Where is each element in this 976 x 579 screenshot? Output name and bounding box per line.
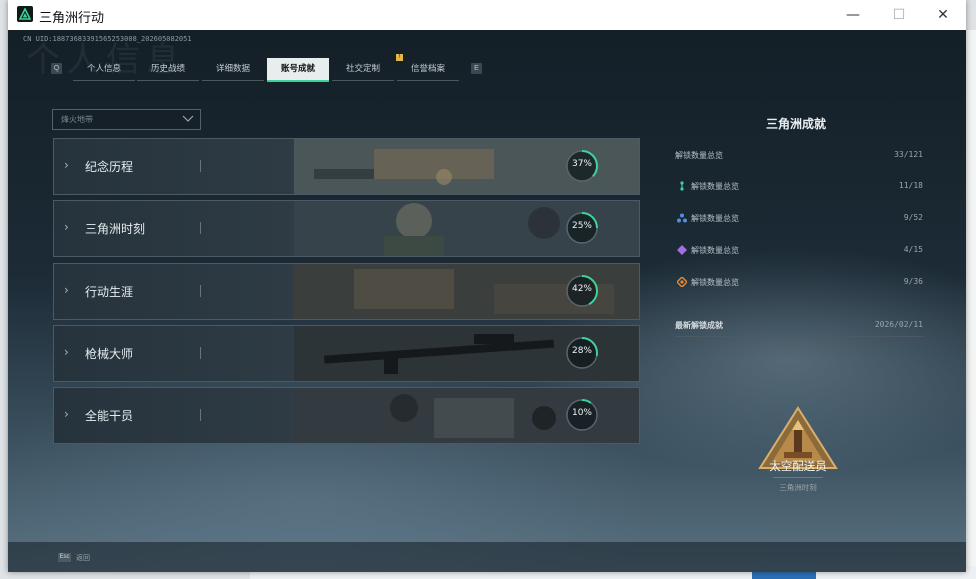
mode-filter-dropdown[interactable]: 烽火地带 bbox=[52, 109, 201, 130]
recent-unlock-heading: 最新解锁成就 bbox=[675, 321, 723, 330]
player-uid: CN UID:18873683391565253008_202605082051 bbox=[23, 35, 192, 43]
recent-unlock-date: 2026/02/11 bbox=[874, 320, 923, 329]
divider bbox=[200, 160, 201, 172]
stat-value: 4/15 bbox=[903, 245, 923, 254]
total-unlock-row: 解锁数量总览 33/121 bbox=[675, 150, 923, 164]
chevron-right-icon: › bbox=[64, 407, 69, 421]
tab-detailed-stats[interactable]: 详细数据 bbox=[202, 58, 264, 81]
chevron-right-icon: › bbox=[64, 283, 69, 297]
progress-ring: 28% bbox=[564, 335, 600, 371]
tab-profile[interactable]: 个人信息 bbox=[73, 58, 135, 81]
back-button[interactable]: 返回 bbox=[76, 553, 90, 563]
tab-achievements[interactable]: 账号成就 bbox=[267, 58, 329, 82]
close-button[interactable]: ✕ bbox=[920, 0, 966, 30]
progress-percent: 25% bbox=[571, 221, 592, 231]
progress-percent: 28% bbox=[571, 346, 592, 356]
divider bbox=[773, 477, 823, 478]
stat-value: 9/52 bbox=[903, 213, 923, 222]
stat-value: 11/18 bbox=[898, 181, 923, 190]
progress-percent: 37% bbox=[571, 159, 592, 169]
blue-tier-icon bbox=[677, 213, 687, 223]
chevron-down-icon bbox=[182, 115, 194, 122]
tab-social[interactable]: 社交定制 bbox=[332, 58, 394, 81]
divider bbox=[200, 347, 201, 359]
stat-value: 9/36 bbox=[903, 277, 923, 286]
tier-unlock-row: 解锁数量总览 4/15 bbox=[675, 245, 923, 259]
progress-ring: 25% bbox=[564, 210, 600, 246]
tab-prev-key[interactable]: Q bbox=[51, 63, 62, 74]
game-window: 三角洲行动 — ☐ ✕ 个人信息 CN UID:1887368339156525… bbox=[8, 0, 966, 572]
desktop-background-right bbox=[966, 30, 976, 566]
category-label: 全能干员 bbox=[85, 409, 134, 423]
achievements-panel-title: 三角洲成就 bbox=[766, 117, 827, 131]
recent-achievement-category: 三角洲时刻 bbox=[779, 483, 817, 492]
stat-label: 解锁数量总览 bbox=[691, 182, 739, 191]
category-label: 行动生涯 bbox=[85, 285, 134, 299]
maximize-button[interactable]: ☐ bbox=[876, 0, 922, 30]
chevron-right-icon: › bbox=[64, 220, 69, 234]
category-card[interactable]: › 枪械大师 28% bbox=[53, 325, 640, 382]
progress-ring: 37% bbox=[564, 148, 600, 184]
game-view: 个人信息 CN UID:18873683391565253008_2026050… bbox=[8, 30, 966, 572]
category-card[interactable]: › 三角洲时刻 25% bbox=[53, 200, 640, 257]
stat-value: 33/121 bbox=[894, 150, 923, 159]
stat-label: 解锁数量总览 bbox=[675, 151, 723, 160]
progress-ring: 10% bbox=[564, 397, 600, 433]
tier-unlock-row: 解锁数量总览 9/52 bbox=[675, 213, 923, 227]
app-logo-icon bbox=[17, 6, 33, 22]
minimize-button[interactable]: — bbox=[830, 0, 876, 30]
progress-percent: 10% bbox=[571, 408, 592, 418]
divider bbox=[200, 222, 201, 234]
window-title: 三角洲行动 bbox=[39, 11, 105, 26]
orange-tier-icon bbox=[677, 277, 687, 287]
stat-label: 解锁数量总览 bbox=[691, 246, 739, 255]
filter-selected-value: 烽火地带 bbox=[61, 115, 93, 124]
tab-next-key[interactable]: E bbox=[471, 63, 482, 74]
chevron-right-icon: › bbox=[64, 345, 69, 359]
progress-ring: 42% bbox=[564, 273, 600, 309]
tab-history[interactable]: 历史战绩 bbox=[137, 58, 199, 81]
category-label: 枪械大师 bbox=[85, 347, 134, 361]
chevron-right-icon: › bbox=[64, 158, 69, 172]
purple-tier-icon bbox=[677, 245, 687, 255]
category-card[interactable]: › 纪念历程 37% bbox=[53, 138, 640, 195]
stat-label: 解锁数量总览 bbox=[691, 278, 739, 287]
category-label: 三角洲时刻 bbox=[85, 222, 146, 236]
divider bbox=[200, 409, 201, 421]
esc-key[interactable]: Esc bbox=[58, 553, 71, 562]
category-card[interactable]: › 全能干员 10% bbox=[53, 387, 640, 444]
stat-label: 解锁数量总览 bbox=[691, 214, 739, 223]
footer-bar: Esc 返回 bbox=[8, 542, 966, 572]
title-bar: 三角洲行动 — ☐ ✕ bbox=[8, 0, 966, 31]
tier-unlock-row: 解锁数量总览 9/36 bbox=[675, 277, 923, 291]
green-tier-icon bbox=[680, 181, 684, 191]
tab-credit-record[interactable]: 信誉档案 bbox=[397, 58, 459, 81]
recent-unlock-header: 最新解锁成就 2026/02/11 bbox=[675, 320, 923, 332]
recent-achievement-name: 太空配送员 bbox=[769, 459, 827, 473]
divider bbox=[675, 336, 923, 337]
category-card[interactable]: › 行动生涯 42% bbox=[53, 263, 640, 320]
tier-unlock-row: 解锁数量总览 11/18 bbox=[675, 181, 923, 195]
progress-percent: 42% bbox=[571, 284, 592, 294]
category-label: 纪念历程 bbox=[85, 160, 134, 174]
divider bbox=[200, 285, 201, 297]
